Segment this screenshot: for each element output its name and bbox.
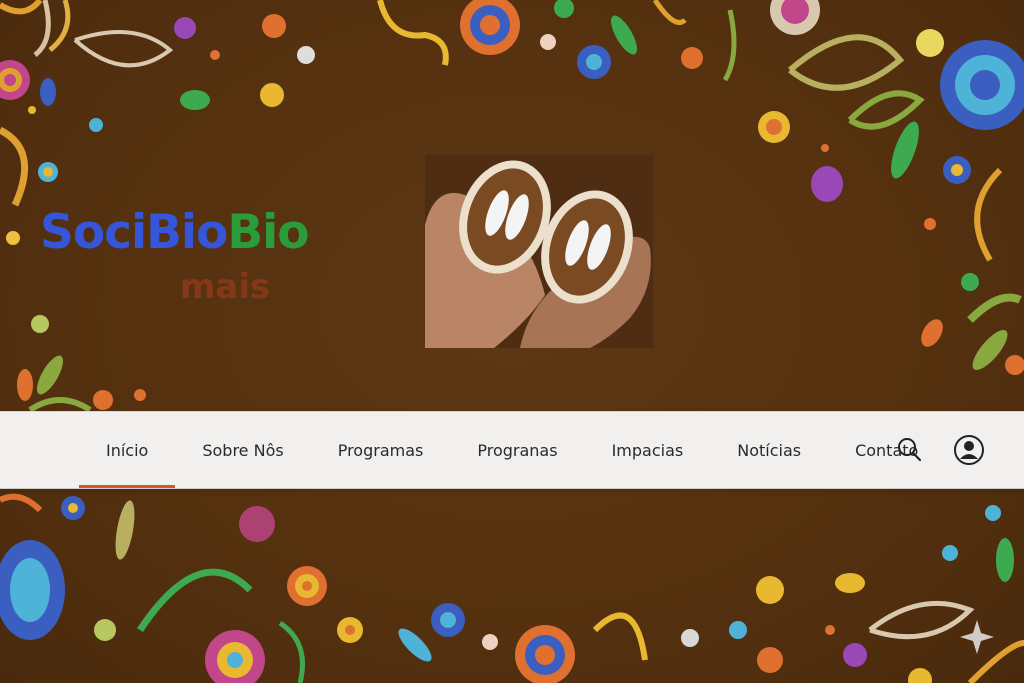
logo-subtitle: mais xyxy=(180,267,271,307)
nav-item-inicio[interactable]: Início xyxy=(79,412,176,488)
logo-text-secondary: Bio xyxy=(227,205,309,260)
nav-item-noticias[interactable]: Notícias xyxy=(710,412,828,488)
nav-item-contato[interactable]: Contato xyxy=(828,412,945,488)
sparkle-icon xyxy=(960,620,994,654)
user-icon[interactable] xyxy=(953,434,985,466)
logo-wordmark: SociBioBio xyxy=(40,205,310,260)
hero-image xyxy=(425,155,653,348)
nav-item-sobre-nos[interactable]: Sobre Nôs xyxy=(175,412,310,488)
nav-item-progranas[interactable]: Progranas xyxy=(450,412,584,488)
nav-item-programas[interactable]: Programas xyxy=(311,412,451,488)
search-icon[interactable] xyxy=(894,434,926,466)
nav-item-impacias[interactable]: Impacias xyxy=(585,412,711,488)
main-navbar: Início Sobre Nôs Programas Progranas Imp… xyxy=(0,411,1024,489)
nav-menu: Início Sobre Nôs Programas Progranas Imp… xyxy=(79,412,945,488)
logo-text-primary: SociBio xyxy=(40,205,228,260)
logo[interactable]: SociBioBio mais xyxy=(40,205,400,315)
